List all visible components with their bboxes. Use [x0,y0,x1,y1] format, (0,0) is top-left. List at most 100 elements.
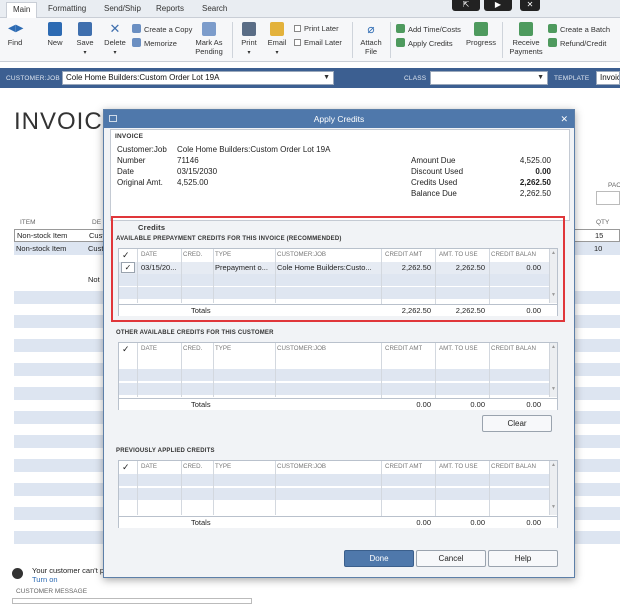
add-time-costs-button[interactable]: Add Time/Costs [396,24,461,35]
customer-job-dropdown[interactable]: Cole Home Builders:Custom Order Lot 19A … [62,71,334,85]
save-button[interactable]: Save ▾ [74,22,96,58]
apply-credits-dialog: Apply Credits ✕ INVOICE Customer:Job Col… [103,109,575,578]
number-value: 71146 [177,156,199,165]
help-button[interactable]: Help [488,550,558,567]
amt-to-use-column-header: AMT. TO USE [439,463,478,470]
table-row[interactable] [119,501,549,513]
close-icon[interactable]: ✕ [560,110,568,128]
print-later-check[interactable] [294,25,301,32]
invoice-summary-panel: INVOICE Customer:Job Cole Home Builders:… [110,129,570,221]
scroll-down-icon[interactable]: ▼ [550,503,557,511]
class-dropdown[interactable]: ▼ [430,71,548,85]
check-column-header: ✓ [122,344,130,354]
memorize-icon [132,38,141,47]
previous-credits-table: ✓ DATE CRED. TYPE CUSTOMER:JOB CREDIT AM… [118,460,558,528]
pac-field[interactable] [596,191,620,205]
item-column-header: ITEM [20,219,36,226]
table-row[interactable] [119,383,549,395]
print-icon [242,22,256,36]
memorize-label: Memorize [144,39,177,48]
delete-button[interactable]: ✕ Delete ▾ [102,22,128,58]
create-copy-label: Create a Copy [144,25,193,34]
scroll-up-icon[interactable]: ▲ [550,461,557,469]
amt-to-use[interactable]: 2,262.50 [435,262,485,274]
print-button[interactable]: Print ▾ [238,22,260,58]
tab-formatting[interactable]: Formatting [42,2,92,18]
original-amt-value: 4,525.00 [177,178,209,187]
check-column-header: ✓ [122,462,130,472]
other-credits-table: ✓ DATE CRED. TYPE CUSTOMER:JOB CREDIT AM… [118,342,558,410]
email-later-check[interactable] [294,39,301,46]
create-batch-button[interactable]: Create a Batch [548,24,610,35]
pending-label: Pending [195,47,223,56]
customer-cant-pay-text: Your customer can't p [32,566,105,575]
prepayment-scrollbar[interactable]: ▲ ▼ [549,249,557,303]
scroll-up-icon[interactable]: ▲ [550,343,557,351]
table-row[interactable] [119,274,549,286]
type-column-header: TYPE [215,251,232,258]
window-menu-icon[interactable] [109,115,117,122]
email-later-checkbox[interactable]: Email Later [294,38,342,48]
cred-column-header: CRED. [183,251,203,258]
discount-used-label: Discount Used [411,167,464,176]
apply-credits-button[interactable]: Apply Credits [396,38,453,49]
file-label: File [364,47,378,56]
credits-section-label: Credits [138,223,166,232]
customer-job-column-header: CUSTOMER:JOB [277,463,327,470]
customer-message-field[interactable] [12,598,252,604]
type-column-header: TYPE [215,463,232,470]
refund-credit-button[interactable]: Refund/Credit [548,38,606,49]
cancel-button[interactable]: Cancel [416,550,486,567]
template-dropdown[interactable]: Invoic [596,71,620,85]
table-row[interactable] [119,287,549,299]
table-row[interactable] [119,488,549,500]
scroll-down-icon[interactable]: ▼ [550,385,557,393]
payments-toggle-icon [12,568,23,579]
new-label: New [47,38,63,47]
new-button[interactable]: New [44,22,66,47]
overlay-close-icon[interactable]: ✕ [520,0,540,11]
table-row[interactable] [119,474,549,486]
done-button[interactable]: Done [344,550,414,567]
line-item-note: Not [88,275,100,284]
scroll-up-icon[interactable]: ▲ [550,249,557,257]
scroll-down-icon[interactable]: ▼ [550,291,557,299]
line-item-qty: 10 [594,244,603,253]
attach-file-button[interactable]: ⌀ Attach File [358,22,384,56]
time-costs-icon [396,24,405,33]
table-row[interactable] [119,369,549,381]
create-copy-button[interactable]: Create a Copy [132,24,192,35]
progress-button[interactable]: Progress [464,22,498,47]
other-credits-scrollbar[interactable]: ▲ ▼ [549,343,557,397]
tab-send-ship[interactable]: Send/Ship [98,2,147,18]
invoice-section-label: INVOICE [115,133,144,140]
table-row[interactable] [119,356,549,368]
previous-credits-scrollbar[interactable]: ▲ ▼ [549,461,557,515]
tab-reports[interactable]: Reports [150,2,190,18]
progress-label: Progress [465,38,496,47]
turn-on-link[interactable]: Turn on [32,575,58,584]
new-icon [48,22,62,36]
email-button[interactable]: Email ▾ [266,22,288,58]
receive-payments-button[interactable]: Receive Payments [508,22,544,56]
tab-main[interactable]: Main [6,2,38,18]
date-column-header: DATE [141,345,158,352]
credits-panel: Credits AVAILABLE PREPAYMENT CREDITS FOR… [110,223,570,528]
print-later-checkbox[interactable]: Print Later [294,24,339,34]
number-label: Number [117,156,146,165]
play-icon[interactable]: ▶ [484,0,512,11]
balance-due-label: Balance Due [411,189,457,198]
total-amt-to-use: 2,262.50 [455,306,485,315]
progress-icon [474,22,488,36]
mark-as-pending-button[interactable]: Mark As Pending [192,22,226,56]
prepayment-credit-row[interactable]: ✓ 03/15/20... Prepayment o... Cole Home … [119,262,549,274]
memorize-button[interactable]: Memorize [132,38,177,49]
fullscreen-icon[interactable]: ⇱ [452,0,480,11]
tab-search[interactable]: Search [196,2,233,18]
find-button[interactable]: ◀▶ Find [4,22,26,47]
clear-button[interactable]: Clear [482,415,552,432]
totals-label: Totals [191,306,211,315]
apply-credit-checkbox[interactable]: ✓ [121,262,135,273]
customer-message-label: CUSTOMER MESSAGE [16,588,88,595]
total-credit-balance: 0.00 [526,518,541,527]
